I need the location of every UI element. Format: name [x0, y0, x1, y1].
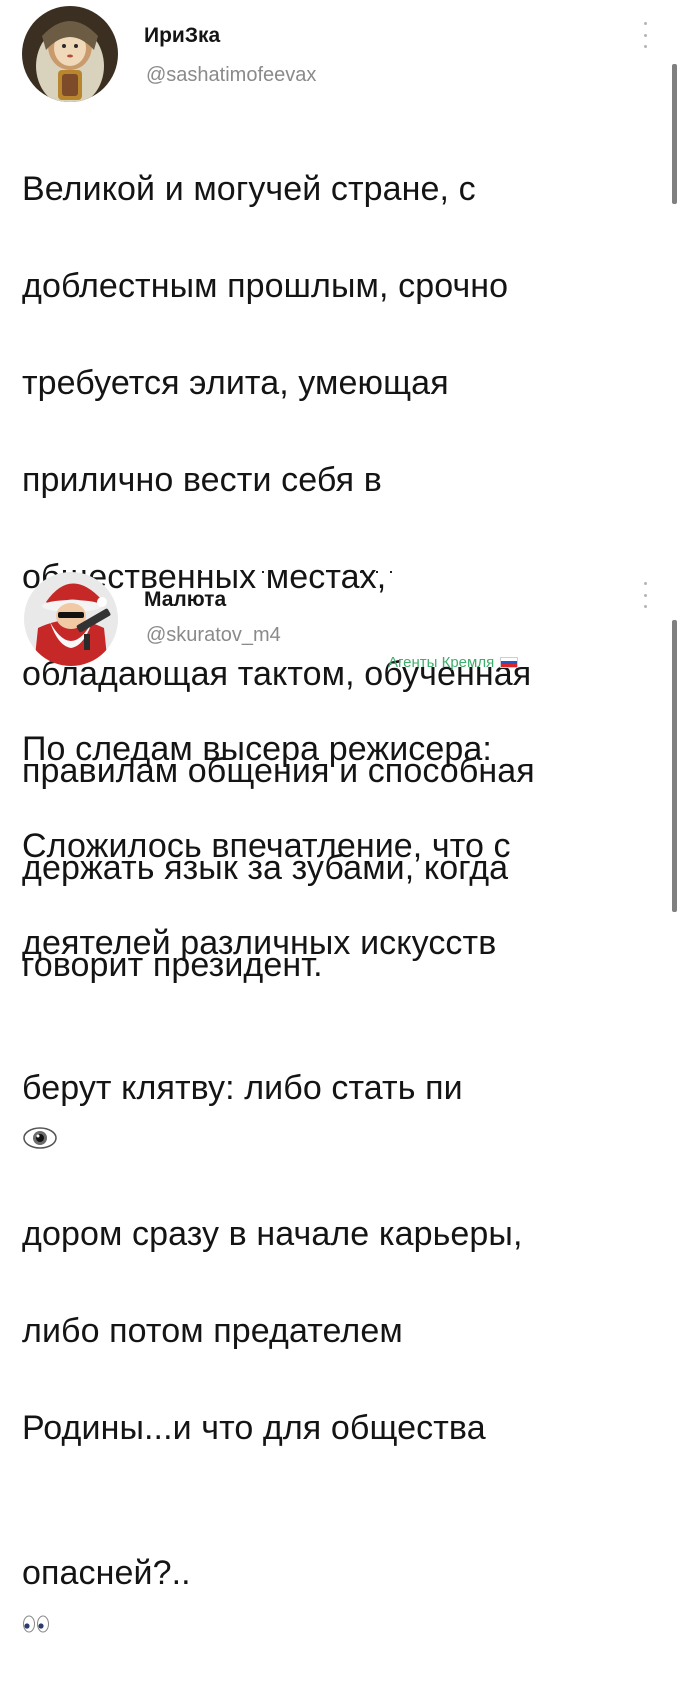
tweet-card[interactable]: ИриЗка @sashatimofeevax Великой и могуче… — [0, 0, 682, 984]
text-line: деятелей различных искусств — [22, 923, 497, 962]
text-line: либо потом предателем — [22, 1311, 403, 1350]
scrollbar[interactable] — [672, 64, 677, 204]
tweet-text: По следам высера режисера: Сложилось впе… — [22, 676, 662, 1695]
text-line: опасней?.. — [22, 1501, 662, 1647]
eye-icon — [23, 1126, 57, 1149]
text-line: По следам высера режисера: — [22, 729, 492, 768]
matryoshka-avatar-icon — [22, 6, 118, 102]
author-avatar[interactable] — [22, 6, 118, 102]
tweet-card[interactable]: Малюта @skuratov_m4 Агенты Кремля По сле… — [0, 568, 682, 1632]
text-line: доблестным прошлым, срочно — [22, 266, 509, 305]
text-line: берут клятву: либо стать пи — [22, 1016, 662, 1162]
author-name[interactable]: Малюта — [144, 588, 226, 612]
text-line: требуется элита, умеющая — [22, 363, 449, 402]
badge-text: Агенты Кремля — [388, 654, 495, 671]
text-line: прилично вести себя в — [22, 460, 382, 499]
more-options-icon[interactable] — [640, 582, 650, 608]
author-handle[interactable]: @skuratov_m4 — [146, 624, 281, 647]
author-avatar[interactable] — [24, 572, 118, 666]
author-handle[interactable]: @sashatimofeevax — [146, 64, 316, 87]
santa-with-gun-avatar-icon — [24, 572, 118, 666]
last-line-text: опасней?.. — [22, 1554, 191, 1592]
user-label-badge: Агенты Кремля — [388, 654, 519, 671]
more-options-icon[interactable] — [640, 22, 650, 48]
text-line: Сложилось впечатление, что с — [22, 826, 511, 865]
text-line-before-emoji: берут клятву: либо стать пи — [22, 1069, 463, 1107]
russian-flag-icon — [500, 657, 519, 668]
eyes-icon — [23, 1615, 49, 1632]
text-line: Великой и могучей стране, с — [22, 169, 476, 208]
author-name[interactable]: ИриЗка — [144, 24, 220, 48]
text-line: дором сразу в начале карьеры, — [22, 1214, 523, 1253]
text-line: Родины...и что для общества — [22, 1408, 486, 1447]
scrollbar[interactable] — [672, 620, 677, 912]
